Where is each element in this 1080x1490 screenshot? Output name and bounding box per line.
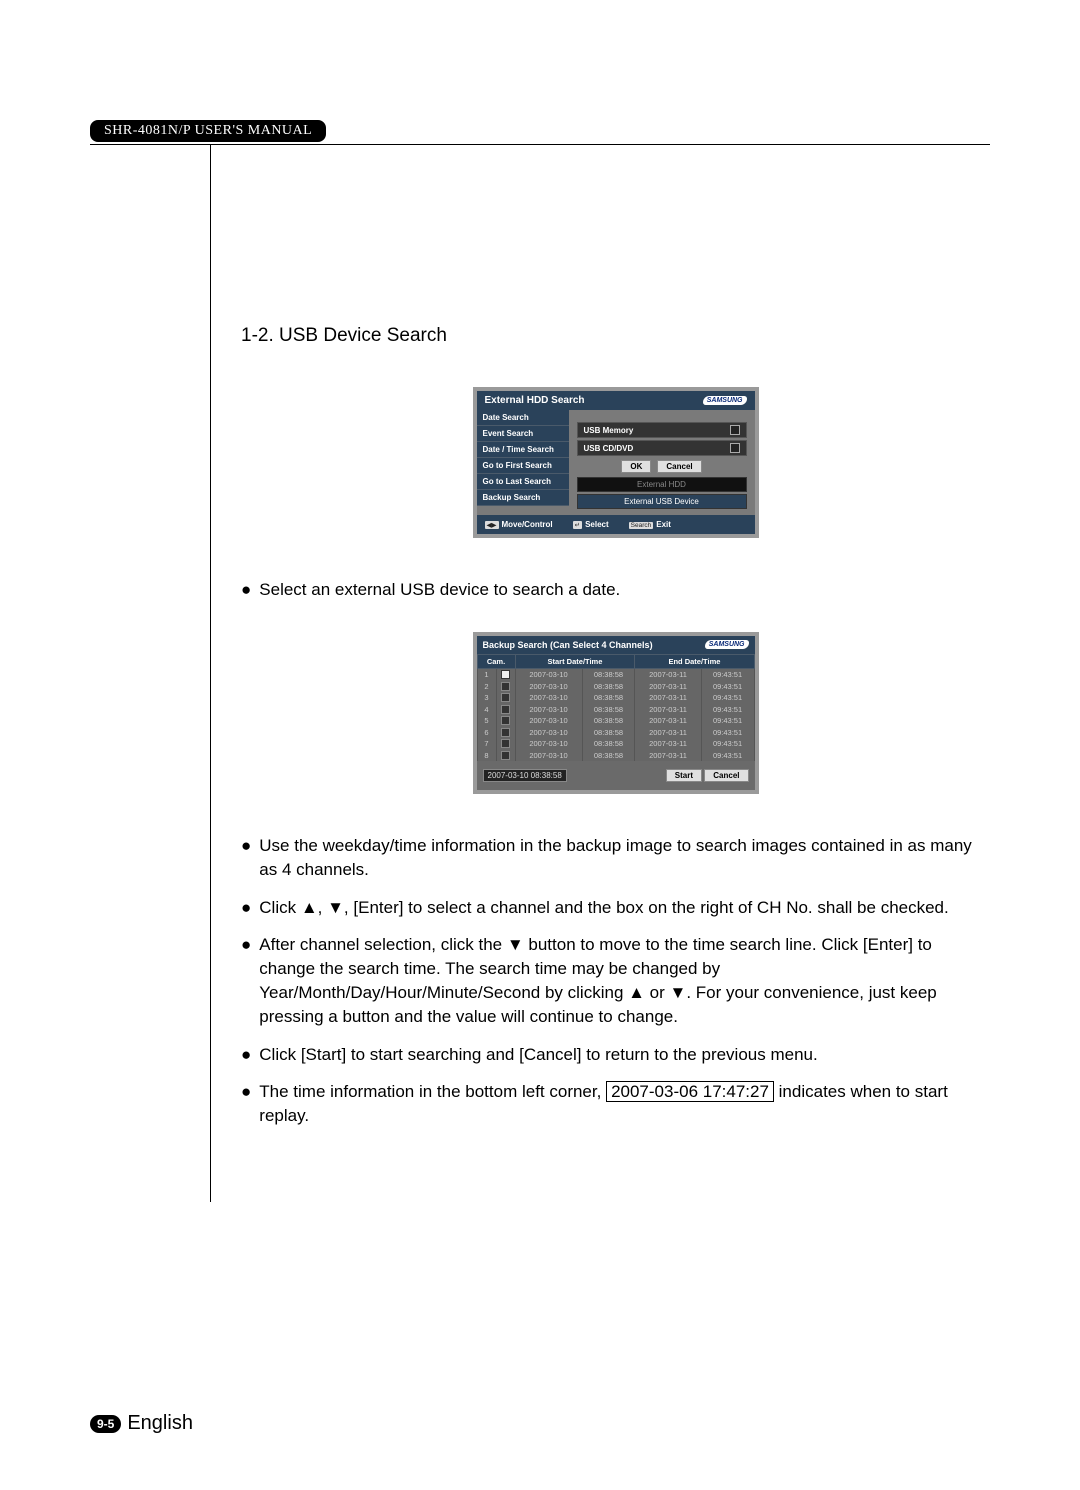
manual-header-badge: SHR-4081N/P USER'S MANUAL: [90, 120, 326, 142]
backup-channel-table: Cam. Start Date/Time End Date/Time 12007…: [477, 654, 755, 761]
table-row[interactable]: 12007-03-1008:38:582007-03-1109:43:51: [477, 668, 754, 680]
option-usb-cddvd[interactable]: USB CD/DVD: [577, 440, 747, 456]
opt-usb-memory-label: USB Memory: [584, 426, 634, 435]
menu-goto-first[interactable]: Go to First Search: [477, 458, 569, 474]
bullet-text: After channel selection, click the ▼ but…: [259, 933, 990, 1028]
opt-usb-cddvd-label: USB CD/DVD: [584, 444, 634, 453]
bullet-item: ●Click [Start] to start searching and [C…: [241, 1043, 990, 1067]
start-button[interactable]: Start: [666, 769, 702, 782]
checkbox-icon[interactable]: [501, 693, 510, 702]
enter-key-icon: ↵: [573, 521, 582, 529]
bullet-item: ●Select an external USB device to search…: [241, 578, 990, 602]
table-row[interactable]: 22007-03-1008:38:582007-03-1109:43:51: [477, 680, 754, 692]
table-row[interactable]: 42007-03-1008:38:582007-03-1109:43:51: [477, 703, 754, 715]
cancel-button[interactable]: Cancel: [657, 460, 701, 473]
language-label: English: [127, 1412, 193, 1435]
table-row[interactable]: 32007-03-1008:38:582007-03-1109:43:51: [477, 692, 754, 704]
brand-badge: SAMSUNG: [703, 396, 747, 405]
shot2-title: Backup Search (Can Select 4 Channels): [483, 640, 653, 650]
bullet-text: Click ▲, ▼, [Enter] to select a channel …: [259, 896, 948, 920]
bullet-item: ● The time information in the bottom lef…: [241, 1080, 990, 1128]
bullet-item: ●Click ▲, ▼, [Enter] to select a channel…: [241, 896, 990, 920]
bullet-text: Use the weekday/time information in the …: [259, 834, 990, 882]
footer-move: Move/Control: [502, 520, 553, 529]
shot1-sidebar-menu: Date Search Event Search Date / Time Sea…: [477, 410, 569, 515]
bullet-text: Select an external USB device to search …: [259, 578, 620, 602]
checkbox-icon[interactable]: [730, 443, 740, 453]
replay-start-datetime[interactable]: 2007-03-10 08:38:58: [483, 769, 567, 782]
table-row[interactable]: 62007-03-1008:38:582007-03-1109:43:51: [477, 726, 754, 738]
bullet-text-a: The time information in the bottom left …: [259, 1082, 606, 1101]
cancel-button[interactable]: Cancel: [704, 769, 748, 782]
checkbox-icon[interactable]: [730, 425, 740, 435]
checkbox-icon[interactable]: [501, 739, 510, 748]
col-cam: Cam.: [477, 654, 515, 668]
menu-backup-search[interactable]: Backup Search: [477, 490, 569, 506]
menu-date-search[interactable]: Date Search: [477, 410, 569, 426]
screenshot-backup-search: Backup Search (Can Select 4 Channels) SA…: [473, 632, 759, 794]
bullet-text: Click [Start] to start searching and [Ca…: [259, 1043, 817, 1067]
table-row[interactable]: 72007-03-1008:38:582007-03-1109:43:51: [477, 738, 754, 750]
footer-select: Select: [585, 520, 609, 529]
menu-goto-last[interactable]: Go to Last Search: [477, 474, 569, 490]
option-external-hdd: External HDD: [577, 477, 747, 492]
footer-exit: Exit: [656, 520, 671, 529]
shot1-footer: ◀▶Move/Control ↵Select SearchExit: [477, 515, 755, 534]
page-footer: 9-5 English: [90, 1412, 193, 1435]
bullet-text: The time information in the bottom left …: [259, 1080, 990, 1128]
checkbox-icon[interactable]: [501, 728, 510, 737]
menu-event-search[interactable]: Event Search: [477, 426, 569, 442]
screenshot-external-hdd-search: External HDD Search SAMSUNG Date Search …: [473, 387, 759, 538]
section-title: 1-2. USB Device Search: [241, 325, 990, 347]
bullet-item: ●After channel selection, click the ▼ bu…: [241, 933, 990, 1028]
table-row[interactable]: 52007-03-1008:38:582007-03-1109:43:51: [477, 715, 754, 727]
col-end: End Date/Time: [635, 654, 754, 668]
table-row[interactable]: 82007-03-1008:38:582007-03-1109:43:51: [477, 749, 754, 761]
shot1-title: External HDD Search: [485, 395, 585, 406]
checkbox-icon[interactable]: [501, 751, 510, 760]
checkbox-icon[interactable]: [501, 670, 510, 679]
timestamp-box: 2007-03-06 17:47:27: [606, 1081, 774, 1102]
search-key-icon: Search: [629, 522, 654, 529]
brand-badge: SAMSUNG: [705, 640, 749, 649]
checkbox-icon[interactable]: [501, 705, 510, 714]
menu-datetime-search[interactable]: Date / Time Search: [477, 442, 569, 458]
col-start: Start Date/Time: [515, 654, 635, 668]
bullet-item: ●Use the weekday/time information in the…: [241, 834, 990, 882]
option-usb-memory[interactable]: USB Memory: [577, 422, 747, 438]
ok-button[interactable]: OK: [621, 460, 651, 473]
page-number-badge: 9-5: [90, 1415, 121, 1433]
option-external-usb-device[interactable]: External USB Device: [577, 494, 747, 509]
arrow-keys-icon: ◀▶: [485, 521, 499, 529]
checkbox-icon[interactable]: [501, 716, 510, 725]
checkbox-icon[interactable]: [501, 682, 510, 691]
